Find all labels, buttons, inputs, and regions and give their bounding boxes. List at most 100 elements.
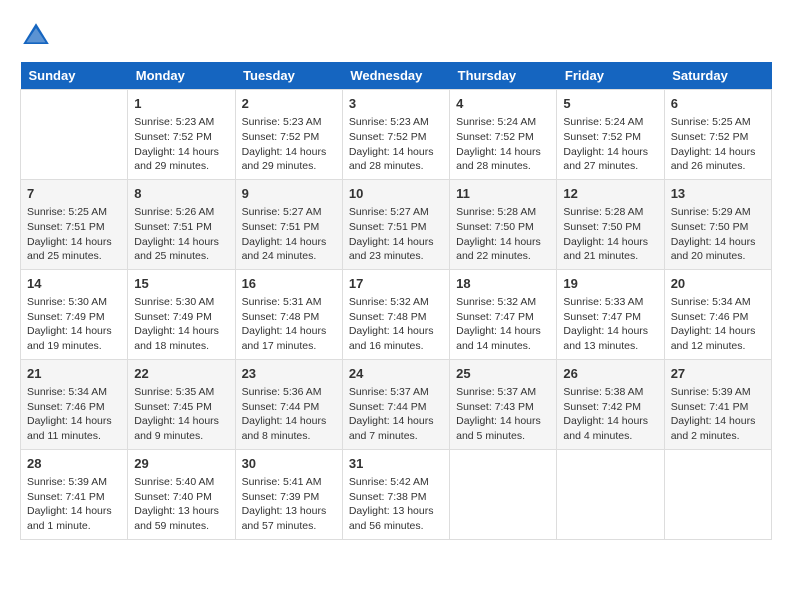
- day-info: Sunrise: 5:30 AM Sunset: 7:49 PM Dayligh…: [27, 295, 121, 354]
- day-info: Sunrise: 5:28 AM Sunset: 7:50 PM Dayligh…: [456, 205, 550, 264]
- day-info: Sunrise: 5:29 AM Sunset: 7:50 PM Dayligh…: [671, 205, 765, 264]
- day-number: 7: [27, 185, 121, 203]
- day-info: Sunrise: 5:23 AM Sunset: 7:52 PM Dayligh…: [134, 115, 228, 174]
- calendar-cell: 21 Sunrise: 5:34 AM Sunset: 7:46 PM Dayli…: [21, 359, 128, 449]
- calendar-cell: 31Sunrise: 5:42 AM Sunset: 7:38 PM Dayli…: [342, 449, 449, 539]
- calendar-cell: 10 Sunrise: 5:27 AM Sunset: 7:51 PM Dayli…: [342, 179, 449, 269]
- calendar-cell: [450, 449, 557, 539]
- calendar-cell: 22 Sunrise: 5:35 AM Sunset: 7:45 PM Dayli…: [128, 359, 235, 449]
- page-header: [20, 20, 772, 52]
- day-number: 31: [349, 455, 443, 473]
- calendar-cell: 14 Sunrise: 5:30 AM Sunset: 7:49 PM Dayli…: [21, 269, 128, 359]
- day-info: Sunrise: 5:35 AM Sunset: 7:45 PM Dayligh…: [134, 385, 228, 444]
- calendar-header-row: SundayMondayTuesdayWednesdayThursdayFrid…: [21, 62, 772, 90]
- column-header-saturday: Saturday: [664, 62, 771, 90]
- calendar-table: SundayMondayTuesdayWednesdayThursdayFrid…: [20, 62, 772, 540]
- day-number: 17: [349, 275, 443, 293]
- calendar-cell: 7 Sunrise: 5:25 AM Sunset: 7:51 PM Daylig…: [21, 179, 128, 269]
- logo-icon: [20, 20, 52, 52]
- day-number: 25: [456, 365, 550, 383]
- calendar-cell: [664, 449, 771, 539]
- day-number: 9: [242, 185, 336, 203]
- day-number: 16: [242, 275, 336, 293]
- calendar-cell: 11 Sunrise: 5:28 AM Sunset: 7:50 PM Dayli…: [450, 179, 557, 269]
- day-info: Sunrise: 5:31 AM Sunset: 7:48 PM Dayligh…: [242, 295, 336, 354]
- day-number: 4: [456, 95, 550, 113]
- day-info: Sunrise: 5:26 AM Sunset: 7:51 PM Dayligh…: [134, 205, 228, 264]
- calendar-cell: 30 Sunrise: 5:41 AM Sunset: 7:39 PM Dayli…: [235, 449, 342, 539]
- day-info: Sunrise: 5:23 AM Sunset: 7:52 PM Dayligh…: [242, 115, 336, 174]
- calendar-cell: 19 Sunrise: 5:33 AM Sunset: 7:47 PM Dayli…: [557, 269, 664, 359]
- calendar-cell: 9 Sunrise: 5:27 AM Sunset: 7:51 PM Daylig…: [235, 179, 342, 269]
- logo: [20, 20, 58, 52]
- day-info: Sunrise: 5:30 AM Sunset: 7:49 PM Dayligh…: [134, 295, 228, 354]
- day-number: 19: [563, 275, 657, 293]
- calendar-cell: [557, 449, 664, 539]
- day-number: 14: [27, 275, 121, 293]
- calendar-cell: 1 Sunrise: 5:23 AM Sunset: 7:52 PM Daylig…: [128, 90, 235, 180]
- day-number: 13: [671, 185, 765, 203]
- day-number: 8: [134, 185, 228, 203]
- calendar-week-row: 28 Sunrise: 5:39 AM Sunset: 7:41 PM Dayli…: [21, 449, 772, 539]
- calendar-cell: 4Sunrise: 5:24 AM Sunset: 7:52 PM Daylig…: [450, 90, 557, 180]
- day-number: 29: [134, 455, 228, 473]
- column-header-sunday: Sunday: [21, 62, 128, 90]
- column-header-friday: Friday: [557, 62, 664, 90]
- calendar-cell: 15 Sunrise: 5:30 AM Sunset: 7:49 PM Dayli…: [128, 269, 235, 359]
- column-header-thursday: Thursday: [450, 62, 557, 90]
- day-info: Sunrise: 5:32 AM Sunset: 7:48 PM Dayligh…: [349, 295, 443, 354]
- calendar-cell: 26 Sunrise: 5:38 AM Sunset: 7:42 PM Dayli…: [557, 359, 664, 449]
- calendar-cell: 5 Sunrise: 5:24 AM Sunset: 7:52 PM Daylig…: [557, 90, 664, 180]
- day-info: Sunrise: 5:34 AM Sunset: 7:46 PM Dayligh…: [27, 385, 121, 444]
- day-info: Sunrise: 5:33 AM Sunset: 7:47 PM Dayligh…: [563, 295, 657, 354]
- day-info: Sunrise: 5:25 AM Sunset: 7:52 PM Dayligh…: [671, 115, 765, 174]
- column-header-wednesday: Wednesday: [342, 62, 449, 90]
- day-number: 2: [242, 95, 336, 113]
- day-number: 18: [456, 275, 550, 293]
- day-info: Sunrise: 5:39 AM Sunset: 7:41 PM Dayligh…: [27, 475, 121, 534]
- calendar-cell: 2 Sunrise: 5:23 AM Sunset: 7:52 PM Daylig…: [235, 90, 342, 180]
- day-number: 5: [563, 95, 657, 113]
- day-number: 6: [671, 95, 765, 113]
- day-number: 22: [134, 365, 228, 383]
- calendar-cell: 24Sunrise: 5:37 AM Sunset: 7:44 PM Dayli…: [342, 359, 449, 449]
- day-number: 21: [27, 365, 121, 383]
- calendar-cell: 27Sunrise: 5:39 AM Sunset: 7:41 PM Dayli…: [664, 359, 771, 449]
- calendar-cell: 12Sunrise: 5:28 AM Sunset: 7:50 PM Dayli…: [557, 179, 664, 269]
- day-number: 28: [27, 455, 121, 473]
- day-info: Sunrise: 5:41 AM Sunset: 7:39 PM Dayligh…: [242, 475, 336, 534]
- day-info: Sunrise: 5:24 AM Sunset: 7:52 PM Dayligh…: [563, 115, 657, 174]
- calendar-cell: 16 Sunrise: 5:31 AM Sunset: 7:48 PM Dayli…: [235, 269, 342, 359]
- day-info: Sunrise: 5:25 AM Sunset: 7:51 PM Dayligh…: [27, 205, 121, 264]
- day-number: 11: [456, 185, 550, 203]
- day-info: Sunrise: 5:37 AM Sunset: 7:43 PM Dayligh…: [456, 385, 550, 444]
- day-info: Sunrise: 5:37 AM Sunset: 7:44 PM Dayligh…: [349, 385, 443, 444]
- column-header-monday: Monday: [128, 62, 235, 90]
- day-number: 3: [349, 95, 443, 113]
- day-number: 15: [134, 275, 228, 293]
- calendar-week-row: 7 Sunrise: 5:25 AM Sunset: 7:51 PM Daylig…: [21, 179, 772, 269]
- day-number: 20: [671, 275, 765, 293]
- day-info: Sunrise: 5:27 AM Sunset: 7:51 PM Dayligh…: [349, 205, 443, 264]
- calendar-cell: 13 Sunrise: 5:29 AM Sunset: 7:50 PM Dayli…: [664, 179, 771, 269]
- day-info: Sunrise: 5:34 AM Sunset: 7:46 PM Dayligh…: [671, 295, 765, 354]
- day-number: 1: [134, 95, 228, 113]
- day-info: Sunrise: 5:32 AM Sunset: 7:47 PM Dayligh…: [456, 295, 550, 354]
- calendar-cell: 3Sunrise: 5:23 AM Sunset: 7:52 PM Daylig…: [342, 90, 449, 180]
- calendar-week-row: 14 Sunrise: 5:30 AM Sunset: 7:49 PM Dayli…: [21, 269, 772, 359]
- calendar-cell: 20 Sunrise: 5:34 AM Sunset: 7:46 PM Dayli…: [664, 269, 771, 359]
- calendar-cell: 23Sunrise: 5:36 AM Sunset: 7:44 PM Dayli…: [235, 359, 342, 449]
- day-number: 30: [242, 455, 336, 473]
- calendar-cell: [21, 90, 128, 180]
- day-info: Sunrise: 5:38 AM Sunset: 7:42 PM Dayligh…: [563, 385, 657, 444]
- calendar-week-row: 1 Sunrise: 5:23 AM Sunset: 7:52 PM Daylig…: [21, 90, 772, 180]
- column-header-tuesday: Tuesday: [235, 62, 342, 90]
- calendar-cell: 6 Sunrise: 5:25 AM Sunset: 7:52 PM Daylig…: [664, 90, 771, 180]
- day-number: 10: [349, 185, 443, 203]
- calendar-cell: 25 Sunrise: 5:37 AM Sunset: 7:43 PM Dayli…: [450, 359, 557, 449]
- calendar-cell: 8 Sunrise: 5:26 AM Sunset: 7:51 PM Daylig…: [128, 179, 235, 269]
- day-number: 23: [242, 365, 336, 383]
- day-number: 26: [563, 365, 657, 383]
- day-info: Sunrise: 5:27 AM Sunset: 7:51 PM Dayligh…: [242, 205, 336, 264]
- day-info: Sunrise: 5:28 AM Sunset: 7:50 PM Dayligh…: [563, 205, 657, 264]
